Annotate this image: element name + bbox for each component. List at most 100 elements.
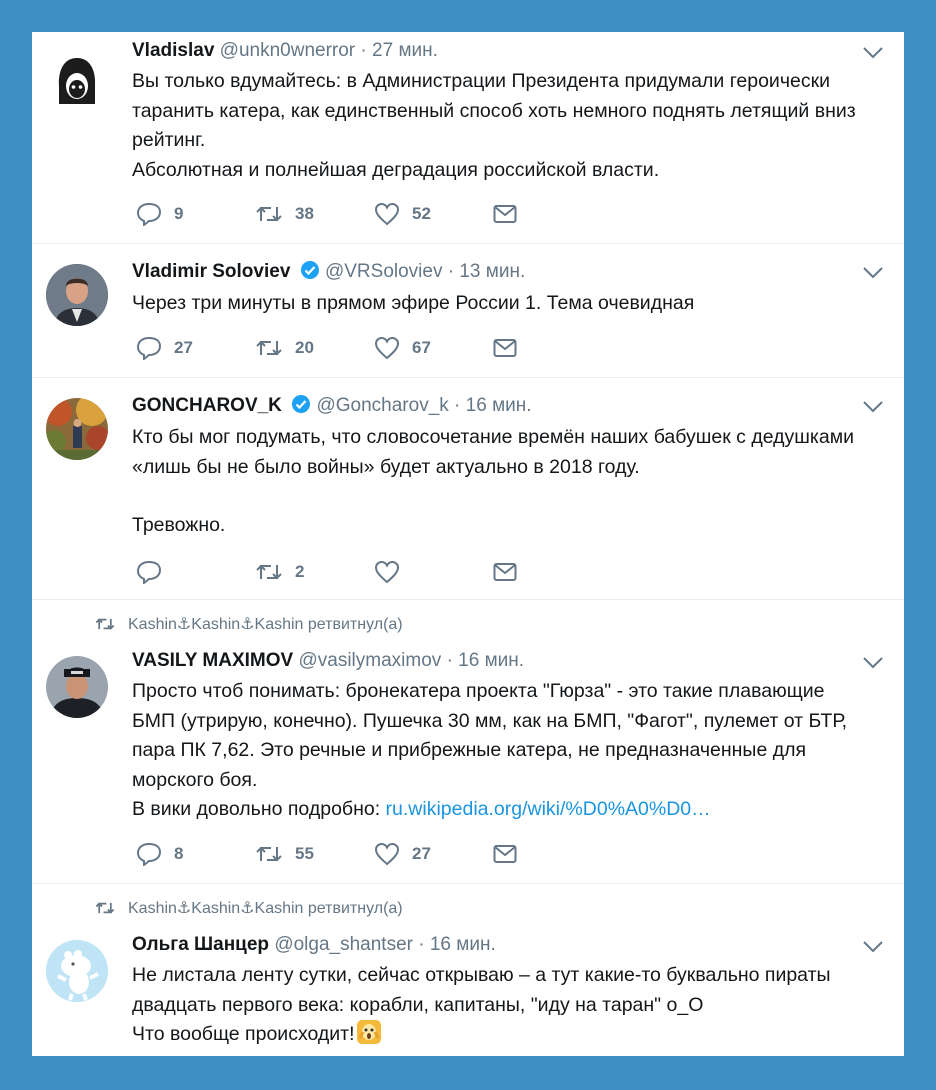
retweeted-by[interactable]: Kashin⚓Kashin⚓Kashin ретвитнул(а): [128, 898, 403, 918]
retweet-context: Kashin⚓Kashin⚓Kashin ретвитнул(а): [94, 898, 403, 918]
avatar[interactable]: [46, 656, 108, 718]
reply-button[interactable]: [136, 560, 255, 584]
reply-icon: [136, 336, 162, 360]
retweet-count: 2: [295, 562, 305, 581]
tweet[interactable]: Vladimir Soloviev @VRSoloviev · 13 мин. …: [32, 244, 904, 378]
retweet-count: 55: [295, 844, 314, 863]
chevron-down-icon[interactable]: [862, 46, 884, 60]
retweet-count: 20: [295, 338, 314, 357]
retweet-button[interactable]: 55: [255, 843, 374, 865]
tweet-paragraph: Через три минуты в прямом эфире России 1…: [132, 292, 695, 314]
user-handle[interactable]: @unkn0wnerror: [220, 40, 355, 61]
reply-icon: [136, 202, 162, 226]
tweet-paragraph: В вики довольно подробно: ru.wikipedia.o…: [132, 795, 872, 825]
reply-count: 27: [174, 338, 193, 357]
user-handle[interactable]: @olga_shantser: [274, 934, 413, 955]
direct-message-button[interactable]: [493, 204, 612, 224]
reply-icon: [136, 842, 162, 866]
hooded-figure-icon: [58, 58, 96, 104]
like-count: 52: [412, 204, 431, 223]
tweet-paragraph: Кто бы мог подумать, что словосочетание …: [132, 426, 855, 478]
envelope-icon: [493, 845, 517, 863]
direct-message-button[interactable]: [493, 338, 612, 358]
user-handle[interactable]: @VRSoloviev: [325, 261, 443, 282]
avatar[interactable]: [46, 398, 108, 460]
tweet[interactable]: Kashin⚓Kashin⚓Kashin ретвитнул(а) VASILY…: [32, 600, 904, 884]
profile-photo-icon: [46, 656, 108, 718]
tweet-actions: 27 20 67: [136, 336, 612, 360]
reply-button[interactable]: 27: [136, 336, 255, 360]
tweet-header: VASILY MAXIMOV @vasilymaximov · 16 мин.: [132, 650, 524, 672]
tweet-actions: 2: [136, 560, 612, 584]
like-button[interactable]: 52: [374, 202, 493, 226]
user-handle[interactable]: @vasilymaximov: [298, 650, 441, 671]
reply-button[interactable]: 9: [136, 202, 255, 226]
retweet-count: 38: [295, 204, 314, 223]
avatar[interactable]: [46, 50, 108, 112]
screaming-face-emoji-icon: [356, 1020, 381, 1044]
timestamp[interactable]: 13 мин.: [459, 261, 525, 282]
timestamp[interactable]: 16 мин.: [430, 934, 496, 955]
retweet-button[interactable]: 20: [255, 337, 374, 359]
retweet-icon: [256, 846, 282, 862]
like-button[interactable]: [374, 560, 493, 584]
chevron-down-icon[interactable]: [862, 400, 884, 414]
profile-photo-icon: [46, 398, 108, 460]
like-count: 27: [412, 844, 431, 863]
chevron-down-icon[interactable]: [862, 940, 884, 954]
tweet[interactable]: Kashin⚓Kashin⚓Kashin ретвитнул(а) Ольга …: [32, 884, 904, 1056]
tweet-paragraph: Вы только вдумайтесь: в Администрации Пр…: [132, 70, 856, 151]
reply-count: 8: [174, 844, 184, 863]
envelope-icon: [493, 563, 517, 581]
direct-message-button[interactable]: [493, 562, 612, 582]
retweet-icon: [256, 340, 282, 356]
retweet-icon: [95, 902, 115, 914]
like-count: 67: [412, 338, 431, 357]
profile-photo-icon: [46, 264, 108, 326]
display-name[interactable]: GONCHAROV_K: [132, 395, 282, 416]
display-name[interactable]: Vladimir Soloviev: [132, 261, 290, 282]
link-prefix: В вики довольно подробно:: [132, 798, 386, 820]
separator: ·: [418, 934, 425, 955]
chevron-down-icon[interactable]: [862, 266, 884, 280]
chevron-down-icon[interactable]: [862, 656, 884, 670]
tweet-paragraph: Не листала ленту сутки, сейчас открываю …: [132, 964, 831, 1016]
direct-message-button[interactable]: [493, 844, 612, 864]
tweet-paragraph: Что вообще происходит!: [132, 1020, 872, 1050]
retweet-context: Kashin⚓Kashin⚓Kashin ретвитнул(а): [94, 614, 403, 634]
retweet-button[interactable]: 2: [255, 561, 374, 583]
tweet-header: Vladimir Soloviev @VRSoloviev · 13 мин.: [132, 260, 525, 283]
timestamp[interactable]: 16 мин.: [458, 650, 524, 671]
avatar[interactable]: [46, 264, 108, 326]
avatar[interactable]: [46, 940, 108, 1002]
tweet-header: Ольга Шанцер @olga_shantser · 16 мин.: [132, 934, 496, 956]
envelope-icon: [493, 205, 517, 223]
tweet-header: Vladislav @unkn0wnerror · 27 мин.: [132, 40, 438, 62]
display-name[interactable]: Vladislav: [132, 40, 214, 61]
heart-icon: [374, 202, 400, 226]
retweet-icon: [256, 564, 282, 580]
heart-icon: [374, 560, 400, 584]
wikipedia-link[interactable]: ru.wikipedia.org/wiki/%D0%A0%D0…: [386, 798, 711, 820]
tweet-actions: 9 38 52: [136, 202, 612, 226]
tweet[interactable]: Vladislav @unkn0wnerror · 27 мин. Вы тол…: [32, 32, 904, 244]
retweet-icon: [256, 206, 282, 222]
timestamp[interactable]: 27 мин.: [372, 40, 438, 61]
display-name[interactable]: Ольга Шанцер: [132, 934, 269, 955]
tweet[interactable]: GONCHAROV_K @Goncharov_k · 16 мин. Кто б…: [32, 378, 904, 600]
separator: ·: [360, 40, 367, 61]
reply-button[interactable]: 8: [136, 842, 255, 866]
tweet-paragraph: Просто чтоб понимать: бронекатера проект…: [132, 680, 848, 791]
timestamp[interactable]: 16 мин.: [466, 395, 532, 416]
retweeted-by[interactable]: Kashin⚓Kashin⚓Kashin ретвитнул(а): [128, 614, 403, 634]
like-button[interactable]: 27: [374, 842, 493, 866]
retweet-button[interactable]: 38: [255, 203, 374, 225]
tweet-text: Кто бы мог подумать, что словосочетание …: [132, 423, 872, 541]
moomin-icon: [46, 940, 108, 1002]
user-handle[interactable]: @Goncharov_k: [316, 395, 448, 416]
display-name[interactable]: VASILY MAXIMOV: [132, 650, 293, 671]
like-button[interactable]: 67: [374, 336, 493, 360]
separator: ·: [454, 395, 461, 416]
reply-icon: [136, 560, 162, 584]
tweet-text: Через три минуты в прямом эфире России 1…: [132, 289, 872, 319]
